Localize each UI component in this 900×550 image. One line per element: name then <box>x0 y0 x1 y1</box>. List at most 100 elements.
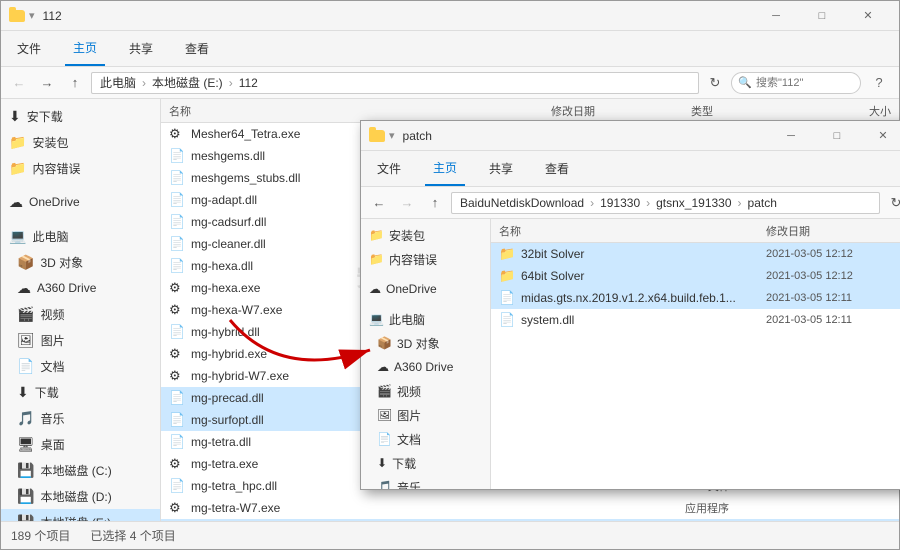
patch-nav-thispc[interactable]: 💻 此电脑 <box>361 307 490 331</box>
patch-file-row[interactable]: 📁 64bit Solver 2021-03-05 12:12 <box>491 265 900 287</box>
nav-videos[interactable]: 🎬 视频 <box>1 301 160 327</box>
patch-nav-onedrive[interactable]: ☁ OneDrive <box>361 277 490 301</box>
file-icon: 📄 <box>169 324 185 340</box>
patch-nav-downloads[interactable]: ⬇ 下载 <box>361 451 490 475</box>
patch-window: ▾ patch ─ □ ✕ 文件 主页 共享 查看 ← → ↑ BaiduNet… <box>360 120 900 490</box>
patch-file-row[interactable]: 📄 midas.gts.nx.2019.v1.2.x64.build.feb.1… <box>491 287 900 309</box>
patch-tab-share[interactable]: 共享 <box>481 151 521 186</box>
patch-nav-3d[interactable]: 📦 3D 对象 <box>361 331 490 355</box>
nav-download2-label: 下载 <box>35 384 59 401</box>
patch-path-1: BaiduNetdiskDownload <box>460 196 584 210</box>
patch-file-name: 64bit Solver <box>521 269 760 283</box>
refresh-button[interactable]: ↻ <box>703 71 727 95</box>
pictures-icon: 🖼 <box>17 332 35 349</box>
address-path[interactable]: 此电脑 › 本地磁盘 (E:) › 112 <box>91 72 699 94</box>
patch-header-name: 名称 <box>499 223 766 239</box>
nav-3dobjects[interactable]: 📦 3D 对象 <box>1 249 160 275</box>
main-ribbon: 文件 主页 共享 查看 <box>1 31 899 67</box>
nav-drive-d[interactable]: 💾 本地磁盘 (D:) <box>1 483 160 509</box>
window-controls: ─ □ ✕ <box>753 1 891 31</box>
videos-icon: 🎬 <box>17 306 34 323</box>
patch-content: 📁 安装包 📁 内容错误 ☁ OneDrive 💻 此电脑 📦 3D 对象 <box>361 219 900 489</box>
nav-drive-c[interactable]: 💾 本地磁盘 (C:) <box>1 457 160 483</box>
patch-up[interactable]: ↑ <box>423 191 447 215</box>
header-type: 类型 <box>691 103 811 119</box>
patch-tab-file[interactable]: 文件 <box>369 151 409 186</box>
patch-forward[interactable]: → <box>395 191 419 215</box>
nav-music[interactable]: 🎵 音乐 <box>1 405 160 431</box>
nav-3dobjects-label: 3D 对象 <box>40 254 83 271</box>
nav-music-label: 音乐 <box>40 410 64 427</box>
close-button[interactable]: ✕ <box>845 1 891 31</box>
file-row[interactable]: ⚙ mg-tetra-W7.exe 应用程序 <box>161 497 899 519</box>
patch-file-date: 2021-03-05 12:11 <box>766 292 900 304</box>
nav-errors[interactable]: 📁 内容错误 <box>1 155 160 181</box>
patch-nav-errors-icon: 📁 <box>369 252 384 266</box>
file-icon: 📄 <box>169 478 185 494</box>
patch-minimize[interactable]: ─ <box>768 121 814 151</box>
patch-nav-videos[interactable]: 🎬 视频 <box>361 379 490 403</box>
errors-icon: 📁 <box>9 160 26 177</box>
nav-thispc-label: 此电脑 <box>32 228 68 245</box>
maximize-button[interactable]: □ <box>799 1 845 31</box>
patch-back[interactable]: ← <box>367 191 391 215</box>
patch-file-row[interactable]: 📄 system.dll 2021-03-05 12:11 <box>491 309 900 331</box>
tab-home[interactable]: 主页 <box>65 31 105 66</box>
patch-nav-music-label: 音乐 <box>397 479 421 490</box>
patch-maximize[interactable]: □ <box>814 121 860 151</box>
file-icon: 📄 <box>169 258 185 274</box>
patch-nav-pictures[interactable]: 🖼 图片 <box>361 403 490 427</box>
patch-window-title: patch <box>403 129 768 143</box>
patch-file-row[interactable]: 📁 32bit Solver 2021-03-05 12:12 <box>491 243 900 265</box>
patch-window-controls: ─ □ ✕ <box>768 121 900 151</box>
tab-share[interactable]: 共享 <box>121 31 161 66</box>
patch-nav-documents[interactable]: 📄 文档 <box>361 427 490 451</box>
patch-left-nav: 📁 安装包 📁 内容错误 ☁ OneDrive 💻 此电脑 📦 3D 对象 <box>361 219 491 489</box>
main-address-bar: ← → ↑ 此电脑 › 本地磁盘 (E:) › 112 ↻ 🔍 ? <box>1 67 899 99</box>
nav-packages[interactable]: 📁 安装包 <box>1 129 160 155</box>
patch-tab-home[interactable]: 主页 <box>425 151 465 186</box>
nav-drive-c-label: 本地磁盘 (C:) <box>40 462 111 479</box>
patch-nav-videos-label: 视频 <box>397 383 421 400</box>
patch-title-icons: ▾ <box>369 129 395 142</box>
drive-c-icon: 💾 <box>17 462 34 479</box>
patch-nav-packages[interactable]: 📁 安装包 <box>361 223 490 247</box>
patch-nav-music[interactable]: 🎵 音乐 <box>361 475 490 489</box>
patch-file-icon: 📄 <box>499 290 515 306</box>
nav-a360[interactable]: ☁ A360 Drive <box>1 275 160 301</box>
minimize-button[interactable]: ─ <box>753 1 799 31</box>
up-button[interactable]: ↑ <box>63 71 87 95</box>
nav-download2[interactable]: ⬇ 下载 <box>1 379 160 405</box>
help-button[interactable]: ? <box>865 71 893 95</box>
tab-view[interactable]: 查看 <box>177 31 217 66</box>
patch-nav-errors[interactable]: 📁 内容错误 <box>361 247 490 271</box>
file-type: 应用程序 <box>685 500 805 516</box>
nav-downloads-label: 安下载 <box>27 108 63 125</box>
patch-refresh[interactable]: ↻ <box>884 191 900 215</box>
search-wrapper[interactable]: 🔍 <box>731 72 861 94</box>
nav-errors-label: 内容错误 <box>32 160 80 177</box>
patch-tab-view[interactable]: 查看 <box>537 151 577 186</box>
file-icon: 📄 <box>169 412 185 428</box>
nav-pictures[interactable]: 🖼 图片 <box>1 327 160 353</box>
patch-file-name: midas.gts.nx.2019.v1.2.x64.build.feb.1..… <box>521 291 760 305</box>
nav-documents[interactable]: 📄 文档 <box>1 353 160 379</box>
forward-button[interactable]: → <box>35 71 59 95</box>
patch-nav-documents-label: 文档 <box>397 431 421 448</box>
nav-onedrive[interactable]: ☁ OneDrive <box>1 189 160 215</box>
back-button[interactable]: ← <box>7 71 31 95</box>
search-input[interactable] <box>731 72 861 94</box>
nav-downloads[interactable]: ⬇ 安下载 <box>1 103 160 129</box>
patch-nav-a360[interactable]: ☁ A360 Drive <box>361 355 490 379</box>
tab-file[interactable]: 文件 <box>9 31 49 66</box>
patch-address-path[interactable]: BaiduNetdiskDownload › 191330 › gtsnx_19… <box>451 192 880 214</box>
patch-file-name: system.dll <box>521 313 760 327</box>
nav-desktop[interactable]: 🖥 桌面 <box>1 431 160 457</box>
patch-nav-a360-icon: ☁ <box>377 360 389 374</box>
patch-file-icon: 📄 <box>499 312 515 328</box>
file-icon: ⚙ <box>169 368 185 384</box>
file-icon: 📄 <box>169 192 185 208</box>
status-bar: 189 个项目 已选择 4 个项目 <box>1 521 899 549</box>
patch-close[interactable]: ✕ <box>860 121 900 151</box>
nav-thispc[interactable]: 💻 此电脑 <box>1 223 160 249</box>
